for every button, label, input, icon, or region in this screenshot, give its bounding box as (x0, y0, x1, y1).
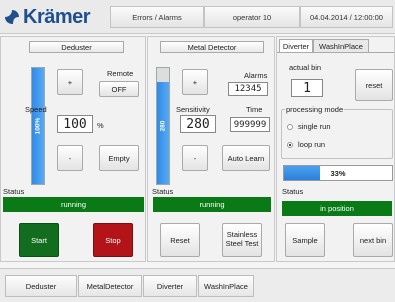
logo-text: Krämer (23, 5, 91, 28)
metal-detector-plus-button[interactable]: + (182, 69, 208, 95)
datetime-display: 04.04.2014 / 12:00:00 (300, 6, 393, 28)
remote-label: Remote (107, 69, 134, 78)
deduster-panel: Deduster 100% + Remote OFF Speed 100 % -… (0, 36, 146, 262)
remote-toggle-button[interactable]: OFF (99, 81, 139, 97)
deduster-status-label: Status (3, 187, 25, 196)
time-label: Time (246, 105, 263, 114)
metal-detector-level-fill (157, 81, 169, 184)
diverter-status-indicator: in position (282, 201, 392, 216)
speed-unit: % (97, 121, 104, 130)
kramer-logo-icon (5, 10, 19, 24)
start-button[interactable]: Start (19, 223, 59, 257)
brand-logo: Krämer (4, 5, 91, 28)
next-bin-button[interactable]: next bin (353, 223, 393, 257)
metal-detector-level-bar: 280 (156, 67, 170, 185)
metal-detector-minus-button[interactable]: - (182, 145, 208, 171)
deduster-status-indicator: running (3, 197, 144, 212)
alarms-display: 12345 (228, 82, 268, 96)
user-indicator[interactable]: operator 10 (204, 6, 300, 28)
deduster-minus-button[interactable]: - (57, 145, 83, 171)
loop-run-label: loop run (298, 140, 326, 149)
diverter-panel: Diverter WashInPlace actual bin 1 reset … (276, 36, 395, 262)
metal-detector-panel: Metal Detector 280 + Alarms 12345 Sensit… (147, 36, 275, 262)
deduster-level-label: 100% (34, 117, 42, 135)
bottom-navigation: Deduster MetalDetector Diverter WashInPl… (0, 268, 395, 302)
diverter-reset-button[interactable]: reset (355, 69, 393, 101)
speed-display: 100 (57, 115, 93, 133)
top-bar: Krämer Errors / Alarms operator 10 04.04… (0, 0, 395, 34)
processing-mode-group: processing mode single run loop run (281, 105, 393, 159)
diverter-progress-bar: 33% (283, 165, 393, 181)
empty-button[interactable]: Empty (99, 145, 139, 171)
metal-detector-reset-button[interactable]: Reset (160, 223, 200, 257)
metal-detector-title: Metal Detector (160, 41, 264, 53)
errors-alarms-button[interactable]: Errors / Alarms (110, 6, 204, 28)
deduster-title: Deduster (29, 41, 124, 53)
metal-detector-level-label: 280 (159, 120, 167, 132)
sensitivity-label: Sensitivity (176, 105, 210, 114)
nav-diverter[interactable]: Diverter (143, 275, 197, 297)
tab-washinplace[interactable]: WashInPlace (313, 39, 369, 52)
sample-button[interactable]: Sample (285, 223, 325, 257)
loop-run-radio[interactable] (287, 142, 293, 148)
metal-detector-status-indicator: running (153, 197, 271, 212)
nav-washinplace[interactable]: WashInPlace (198, 275, 254, 297)
sensitivity-display: 280 (180, 115, 216, 133)
single-run-radio[interactable] (287, 124, 293, 130)
time-display: 999999 (230, 117, 270, 132)
stainless-steel-test-button[interactable]: Stainless Steel Test (222, 223, 262, 257)
diverter-progress-label: 33% (330, 168, 346, 178)
nav-deduster[interactable]: Deduster (5, 275, 77, 297)
deduster-plus-button[interactable]: + (57, 69, 83, 95)
nav-metaldetector[interactable]: MetalDetector (78, 275, 142, 297)
metal-detector-status-label: Status (152, 187, 174, 196)
single-run-label: single run (298, 122, 331, 131)
diverter-status-label: Status (282, 187, 304, 196)
actual-bin-display: 1 (291, 79, 323, 97)
tab-diverter[interactable]: Diverter (279, 39, 313, 52)
processing-mode-label: processing mode (285, 105, 345, 114)
alarms-label: Alarms (244, 71, 268, 80)
speed-label: Speed (25, 105, 47, 114)
stop-button[interactable]: Stop (93, 223, 133, 257)
deduster-level-bar: 100% (31, 67, 45, 185)
auto-learn-button[interactable]: Auto Learn (222, 145, 270, 171)
actual-bin-label: actual bin (289, 63, 322, 72)
